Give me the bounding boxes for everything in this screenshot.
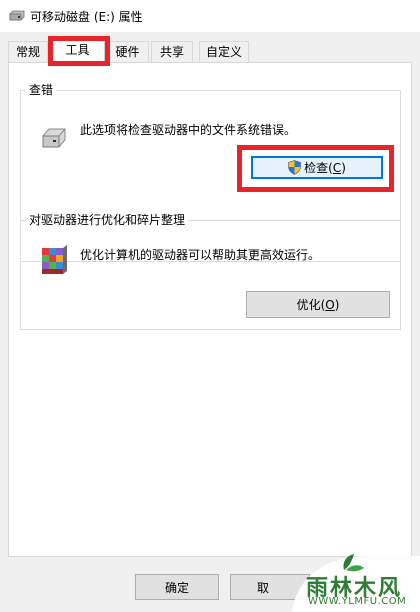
tab-general[interactable]: 常规 (8, 41, 48, 62)
optimize-button-mnemonic: O (325, 297, 335, 312)
hard-drive-icon (41, 127, 67, 152)
ok-button[interactable]: 确定 (135, 574, 219, 600)
watermark-url: WWW.YLMFU.COM (308, 596, 407, 607)
defrag-icon (39, 244, 69, 281)
optimize-group: 对驱动器进行优化和碎片整理 优化计算机的驱动器可以帮助其更高效运行。 优化(O) (20, 212, 401, 330)
uac-shield-icon (288, 160, 301, 175)
tab-sharing[interactable]: 共享 (151, 41, 193, 62)
check-button-suffix: ) (341, 160, 346, 175)
tab-hardware[interactable]: 硬件 (106, 41, 149, 62)
tab-panel-tools: 查错 此选项将检查驱动器中的文件系统错误。 检查(C) 对驱动器进行优化和碎片… (8, 62, 412, 557)
tab-customize[interactable]: 自定义 (199, 41, 249, 62)
check-button-label: 检查( (304, 161, 333, 175)
check-button[interactable]: 检查(C) (251, 156, 383, 179)
title-bar: 可移动磁盘 (E:) 属性 (0, 0, 420, 32)
drive-icon (9, 10, 25, 25)
site-watermark: 雨林木风 WWW.YLMFU.COM (286, 548, 420, 612)
tab-tools[interactable]: 工具 (50, 38, 105, 63)
error-check-description: 此选项将检查驱动器中的文件系统错误。 (80, 123, 297, 137)
optimize-title: 对驱动器进行优化和碎片整理 (26, 212, 189, 228)
optimize-button[interactable]: 优化(O) (246, 291, 390, 318)
optimize-button-label: 优化( (296, 298, 326, 312)
optimize-description: 优化计算机的驱动器可以帮助其更高效运行。 (80, 248, 321, 262)
error-check-title: 查错 (26, 82, 57, 98)
window-title: 可移动磁盘 (E:) 属性 (30, 10, 143, 24)
optimize-button-suffix: ) (334, 297, 340, 312)
check-button-mnemonic: C (332, 160, 342, 175)
